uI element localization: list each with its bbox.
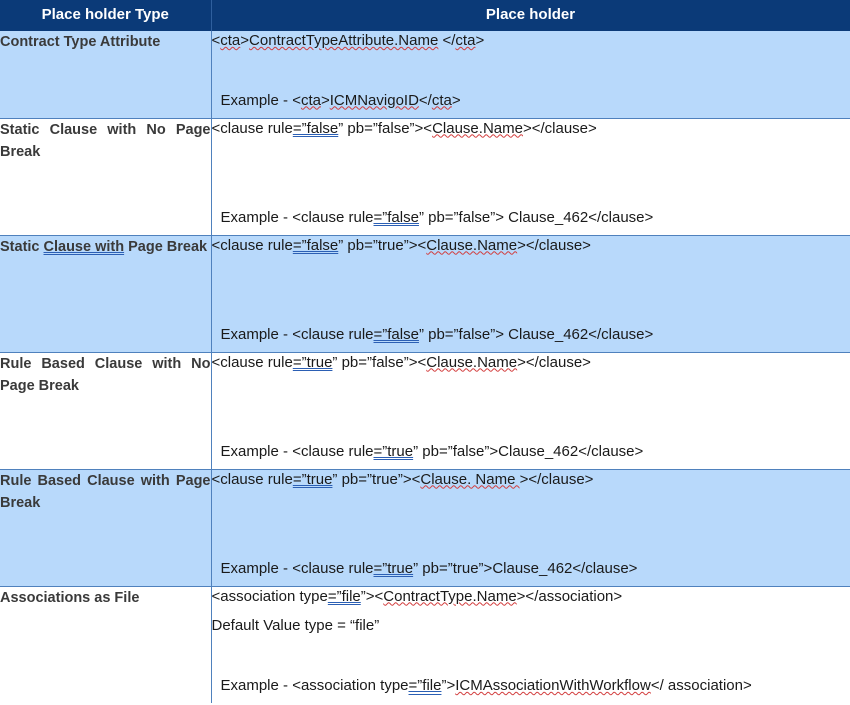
syntax-text: <clause rule xyxy=(211,119,293,137)
syntax-text: ></clause> xyxy=(519,470,594,488)
example-text: ” pb=”false”>Clause_462</clause> xyxy=(413,442,644,460)
syntax-text: </ xyxy=(438,32,456,49)
example-text: =”true xyxy=(373,559,414,577)
example-text: cta xyxy=(300,91,321,109)
table-header-row: Place holder Type Place holder xyxy=(0,0,850,31)
example-text: Example - <association type xyxy=(220,677,409,694)
syntax-text: ” pb=”true”>< xyxy=(332,470,421,488)
row-type-cell: Static Clause with No Page Break xyxy=(0,118,212,235)
placeholder-table: Place holder Type Place holder Contract … xyxy=(0,0,850,703)
syntax-text: cta xyxy=(455,32,476,49)
example-text: cta xyxy=(431,91,452,109)
example-text: </ association> xyxy=(650,677,752,694)
row-type-label: Static xyxy=(0,238,44,255)
row-type-label: Rule Based Clause with Page Break xyxy=(0,472,211,511)
example-text: ”> xyxy=(441,677,456,694)
row-type-label: Static Clause with No Page Break xyxy=(0,121,211,160)
table-row: Rule Based Clause with No Page Break <cl… xyxy=(0,352,850,469)
syntax-text: > xyxy=(240,32,250,49)
syntax-line: <clause rule=”false” pb=”false”><Clause.… xyxy=(212,119,850,139)
example-text: > xyxy=(320,91,330,109)
syntax-text: < xyxy=(211,32,221,49)
row-value-cell: <cta>ContractTypeAttribute.Name </cta> E… xyxy=(211,31,850,118)
example-line: Example - <clause rule=”false” pb=”false… xyxy=(221,208,654,228)
syntax-text: ContractTypeAttribute.Name xyxy=(249,32,439,49)
syntax-text: ” pb=”true”>< xyxy=(338,236,427,254)
example-text: =”file xyxy=(408,677,442,694)
syntax-text: ></clause> xyxy=(522,119,597,137)
row-type-cell: Rule Based Clause with Page Break xyxy=(0,469,212,586)
syntax-line: <clause rule=”true” pb=”false”><Clause.N… xyxy=(212,353,850,373)
row-type-cell: Rule Based Clause with No Page Break xyxy=(0,352,212,469)
table-row: Static Clause with No Page Break <clause… xyxy=(0,118,850,235)
example-text: Example - <clause rule xyxy=(220,208,374,226)
row-type-cell: Associations as File xyxy=(0,586,212,703)
row-type-label: Associations as File xyxy=(0,589,140,606)
row-type-label: Rule Based Clause with No Page Break xyxy=(0,355,211,394)
example-text: Example - < xyxy=(220,91,301,109)
syntax-text: ></clause> xyxy=(517,236,591,254)
row-type-label: Clause with xyxy=(43,238,125,255)
syntax-text: =”true xyxy=(292,470,333,488)
header-placeholder: Place holder xyxy=(211,0,850,31)
syntax-line: <cta>ContractTypeAttribute.Name </cta> xyxy=(212,31,850,51)
example-text: ” pb=”false”> Clause_462</clause> xyxy=(418,208,654,226)
syntax-text: <association type xyxy=(211,587,328,605)
example-text: ICMAssociationWithWorkflow xyxy=(455,677,651,694)
syntax-line: <clause rule=”true” pb=”true”><Clause. N… xyxy=(212,470,850,490)
row-type-cell: Contract Type Attribute xyxy=(0,31,212,118)
table-row: Associations as File <association type=”… xyxy=(0,586,850,703)
syntax-text: > xyxy=(475,32,485,49)
syntax-text: cta xyxy=(220,32,241,49)
example-line: Example - <clause rule=”true” pb=”true”>… xyxy=(221,559,638,579)
syntax-text: Clause.Name xyxy=(426,353,518,371)
syntax-text: Clause.Name xyxy=(426,236,518,254)
example-text: =”true xyxy=(373,442,414,460)
syntax-text: ContractType.Name xyxy=(383,587,517,605)
syntax-text: =”file xyxy=(327,587,361,605)
row-value-cell: <clause rule=”true” pb=”false”><Clause.N… xyxy=(211,352,850,469)
example-text: ” pb=”true”>Clause_462</clause> xyxy=(413,559,638,577)
syntax-text: <clause rule xyxy=(211,470,293,488)
row-type-cell: Static Clause with Page Break xyxy=(0,235,212,352)
table-row: Contract Type Attribute <cta>ContractTyp… xyxy=(0,31,850,118)
example-text: Example - <clause rule xyxy=(220,559,374,577)
header-placeholder-type: Place holder Type xyxy=(0,0,212,31)
syntax-text: <clause rule xyxy=(211,236,293,254)
row-value-cell: <clause rule=”false” pb=”false”><Clause.… xyxy=(211,118,850,235)
example-line: Example - <clause rule=”true” pb=”false”… xyxy=(221,442,644,462)
example-text: Example - <clause rule xyxy=(220,325,374,343)
default-value-line: Default Value type = “file” xyxy=(211,616,380,634)
example-line: Example - <association type=”file”>ICMAs… xyxy=(221,676,752,696)
example-line: Example - <cta>ICMNavigoID</cta> xyxy=(221,91,461,111)
syntax-line: <clause rule=”false” pb=”true”><Clause.N… xyxy=(212,236,850,256)
syntax-line: <association type=”file”><ContractType.N… xyxy=(212,587,850,607)
example-text: </ xyxy=(418,91,432,109)
row-type-label: Contract Type Attribute xyxy=(0,34,161,50)
syntax-text: =”true xyxy=(292,353,333,371)
example-text: Example - <clause rule xyxy=(220,442,374,460)
row-value-cell: <association type=”file”><ContractType.N… xyxy=(211,586,850,703)
syntax-text: <clause rule xyxy=(211,353,293,371)
example-text: ICMNavigoID xyxy=(329,91,419,109)
syntax-text: =”false xyxy=(292,236,339,254)
syntax-text: ></association> xyxy=(516,587,623,605)
example-text: =”false xyxy=(373,325,419,343)
row-type-label: Page Break xyxy=(124,238,208,255)
syntax-text: ” pb=”false”>< xyxy=(338,119,433,137)
syntax-text: ”>< xyxy=(360,587,384,605)
syntax-text: =”false xyxy=(292,119,339,137)
example-text: > xyxy=(451,91,461,109)
example-line: Example - <clause rule=”false” pb=”false… xyxy=(221,325,654,345)
example-text: =”false xyxy=(373,208,419,226)
row-value-cell: <clause rule=”true” pb=”true”><Clause. N… xyxy=(211,469,850,586)
table-row: Rule Based Clause with Page Break <claus… xyxy=(0,469,850,586)
syntax-text: Clause. Name xyxy=(420,470,520,488)
row-value-cell: <clause rule=”false” pb=”true”><Clause.N… xyxy=(211,235,850,352)
example-text: ” pb=”false”> Clause_462</clause> xyxy=(418,325,654,343)
syntax-text: ></clause> xyxy=(517,353,591,371)
syntax-text: ” pb=”false”>< xyxy=(332,353,427,371)
syntax-text: Clause.Name xyxy=(432,119,523,137)
table-row: Static Clause with Page Break <clause ru… xyxy=(0,235,850,352)
